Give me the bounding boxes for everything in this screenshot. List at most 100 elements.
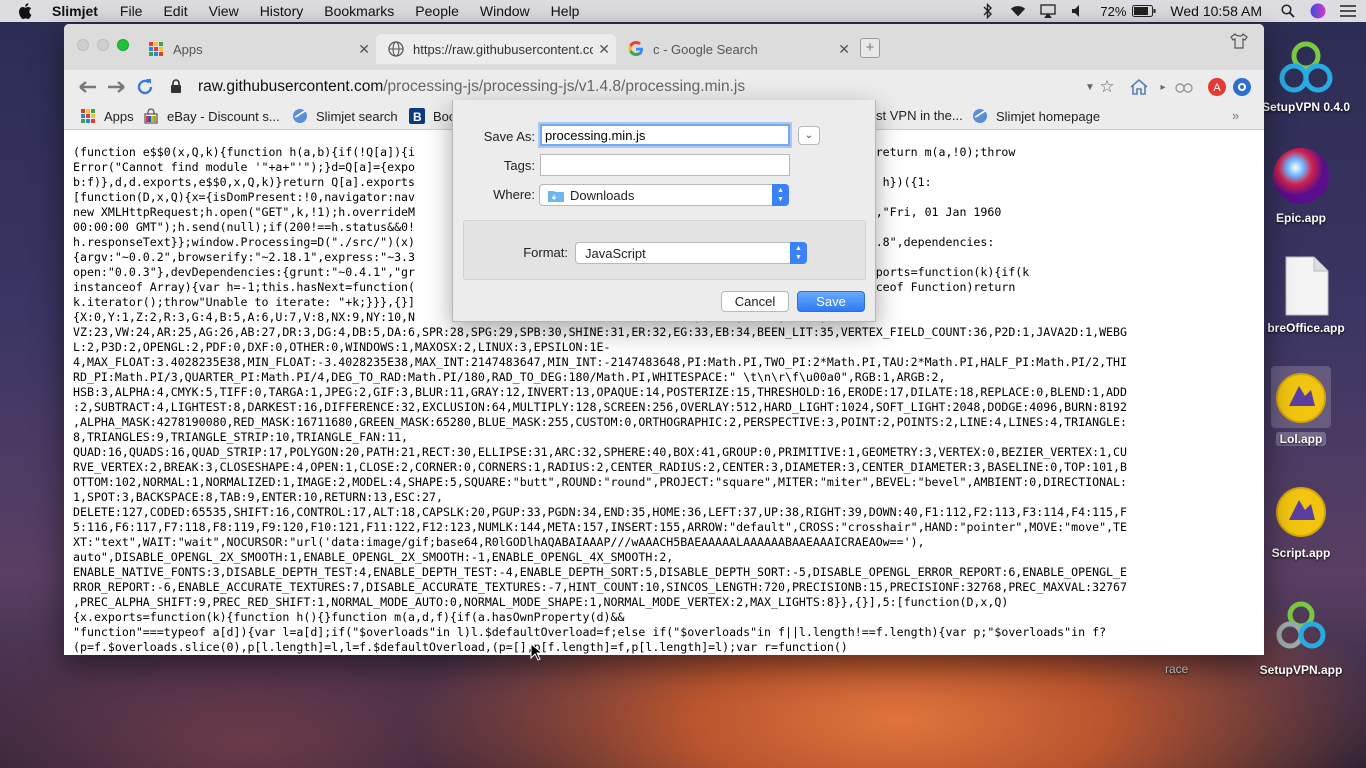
- desktop-icon-setupvpn-app[interactable]: SetupVPN.app: [1251, 597, 1351, 677]
- setupvpn-icon: [1271, 597, 1331, 659]
- where-value: Downloads: [570, 187, 635, 203]
- popup-stepper-icon: ▲ ▼: [772, 184, 789, 206]
- chevron-down-icon[interactable]: ⌄: [798, 126, 820, 145]
- address-bar[interactable]: raw.githubusercontent.com/processing-js/…: [170, 74, 1102, 100]
- apple-menu-icon[interactable]: [18, 3, 38, 19]
- spotlight-search-icon[interactable]: [1280, 3, 1296, 19]
- tab-raw-githubusercontent[interactable]: https://raw.githubusercontent.co ✕: [376, 34, 616, 64]
- bookmark-label: st VPN in the...: [876, 108, 963, 123]
- save-button[interactable]: Save: [797, 291, 865, 312]
- tab-close-icon[interactable]: ✕: [358, 41, 370, 58]
- menu-people[interactable]: People: [415, 3, 459, 19]
- desktop-icon-label: SetupVPN.app: [1259, 663, 1343, 677]
- clock[interactable]: Wed 10:58 AM: [1170, 3, 1262, 19]
- volume-icon[interactable]: [1070, 3, 1086, 19]
- desktop-icon-label: Lol.app: [1275, 432, 1327, 446]
- app-menu-slimjet[interactable]: Slimjet: [52, 3, 98, 19]
- menu-history[interactable]: History: [260, 3, 304, 19]
- save-as-field[interactable]: [540, 124, 790, 146]
- bookmark-apps[interactable]: Apps: [80, 108, 134, 124]
- toolbar: raw.githubusercontent.com/processing-js/…: [64, 70, 1264, 104]
- svg-text:B: B: [413, 110, 422, 124]
- bookmark-slimjet-homepage[interactable]: Slimjet homepage: [972, 108, 1100, 124]
- slimjet-icon: [292, 108, 308, 124]
- mouse-cursor-icon: [530, 642, 544, 666]
- menu-window[interactable]: Window: [480, 3, 530, 19]
- desktop-icon-label: breOffice.app: [1267, 321, 1345, 335]
- notification-center-icon[interactable]: [1340, 3, 1356, 19]
- wifi-icon[interactable]: [1010, 3, 1026, 19]
- airplay-icon[interactable]: [1040, 3, 1057, 19]
- battery-icon[interactable]: [1132, 3, 1156, 19]
- shirt-icon[interactable]: [1230, 32, 1248, 50]
- desktop-icon-libreoffice[interactable]: breOffice.app: [1256, 255, 1356, 335]
- menu-bookmarks[interactable]: Bookmarks: [324, 3, 394, 19]
- desktop-icon-label: Script.app: [1271, 546, 1331, 560]
- menu-file[interactable]: File: [120, 3, 143, 19]
- star-icon[interactable]: ☆: [1097, 77, 1117, 97]
- back-arrow-icon[interactable]: [78, 77, 98, 97]
- desktop-icon-label: Epic.app: [1275, 211, 1326, 225]
- menu-view[interactable]: View: [209, 3, 239, 19]
- menu-help[interactable]: Help: [551, 3, 580, 19]
- desktop-icon-setupvpn-040[interactable]: SetupVPN 0.4.0: [1256, 36, 1356, 114]
- bookmarks-overflow-icon[interactable]: »: [1232, 108, 1239, 123]
- bookmark-label: eBay - Discount s...: [167, 108, 280, 124]
- url-host: raw.githubusercontent.com: [198, 78, 384, 95]
- booking-icon: B: [409, 108, 425, 124]
- tab-strip: Apps ✕ https://raw.githubusercontent.co …: [64, 24, 1264, 70]
- account-avatar-icon[interactable]: A: [1207, 77, 1227, 97]
- folder-icon: [548, 189, 564, 202]
- popup-stepper-icon: ▲ ▼: [790, 242, 807, 264]
- minimize-window-button[interactable]: [97, 39, 109, 51]
- tags-label: Tags:: [503, 158, 535, 173]
- battery-percentage: 72%: [1100, 3, 1127, 19]
- bookmark-slimjet-search[interactable]: Slimjet search: [292, 108, 398, 124]
- slimjet-icon: [972, 108, 988, 124]
- script-app-icon: [1271, 366, 1331, 428]
- siri-icon[interactable]: [1310, 3, 1326, 19]
- reload-icon[interactable]: [135, 77, 155, 97]
- save-as-label: Save As:: [483, 129, 535, 144]
- close-window-button[interactable]: [77, 39, 89, 51]
- menu-bar: Slimjet File Edit View History Bookmarks…: [0, 0, 1366, 22]
- tags-field[interactable]: [540, 154, 790, 176]
- format-label: Format:: [523, 245, 568, 260]
- ebay-icon: [143, 108, 159, 124]
- setupvpn-icon: [1276, 36, 1336, 98]
- where-popup[interactable]: Downloads ▲ ▼: [539, 184, 789, 206]
- menu-edit[interactable]: Edit: [163, 3, 187, 19]
- tab-title: c - Google Search: [653, 41, 758, 57]
- libreoffice-icon: [1276, 255, 1336, 317]
- apps-grid-icon: [148, 41, 164, 57]
- tab-title: Apps: [173, 41, 203, 57]
- extension-icon[interactable]: [1174, 77, 1194, 97]
- script-app-icon: [1271, 480, 1331, 542]
- desktop-icon-script[interactable]: Script.app: [1251, 480, 1351, 560]
- bookmark-vpn[interactable]: st VPN in the...: [876, 108, 963, 123]
- bookmark-ebay[interactable]: eBay - Discount s...: [143, 108, 280, 124]
- apps-grid-icon: [80, 108, 96, 124]
- forward-arrow-icon[interactable]: [106, 77, 126, 97]
- lock-icon: [170, 79, 184, 95]
- tab-close-icon[interactable]: ✕: [598, 41, 610, 58]
- chevron-right-icon[interactable]: ▸: [1153, 77, 1173, 97]
- desktop-icon-lol[interactable]: Lol.app: [1251, 366, 1351, 448]
- new-tab-button[interactable]: +: [860, 38, 880, 58]
- format-popup[interactable]: JavaScript ▲ ▼: [575, 242, 807, 264]
- url-path: /processing-js/processing-js/v1.4.8/proc…: [383, 78, 746, 95]
- desktop-partial-label: race: [1165, 662, 1189, 676]
- bookmark-booking[interactable]: B Boo: [409, 108, 456, 124]
- desktop-icon-epic[interactable]: Epic.app: [1251, 145, 1351, 225]
- save-dialog: Save As: ⌄ Tags: Where: Downloads ▲▼ For…: [452, 100, 876, 322]
- cancel-button[interactable]: Cancel: [721, 291, 789, 312]
- settings-gear-icon[interactable]: [1232, 77, 1252, 97]
- home-icon[interactable]: [1129, 77, 1149, 97]
- bluetooth-icon[interactable]: [980, 3, 996, 19]
- tab-google-search[interactable]: c - Google Search ✕: [616, 34, 856, 64]
- tab-close-icon[interactable]: ✕: [838, 41, 850, 58]
- epic-browser-icon: [1271, 145, 1331, 207]
- google-icon: [628, 41, 644, 57]
- zoom-window-button[interactable]: [117, 39, 129, 51]
- tab-apps[interactable]: Apps ✕: [136, 34, 376, 64]
